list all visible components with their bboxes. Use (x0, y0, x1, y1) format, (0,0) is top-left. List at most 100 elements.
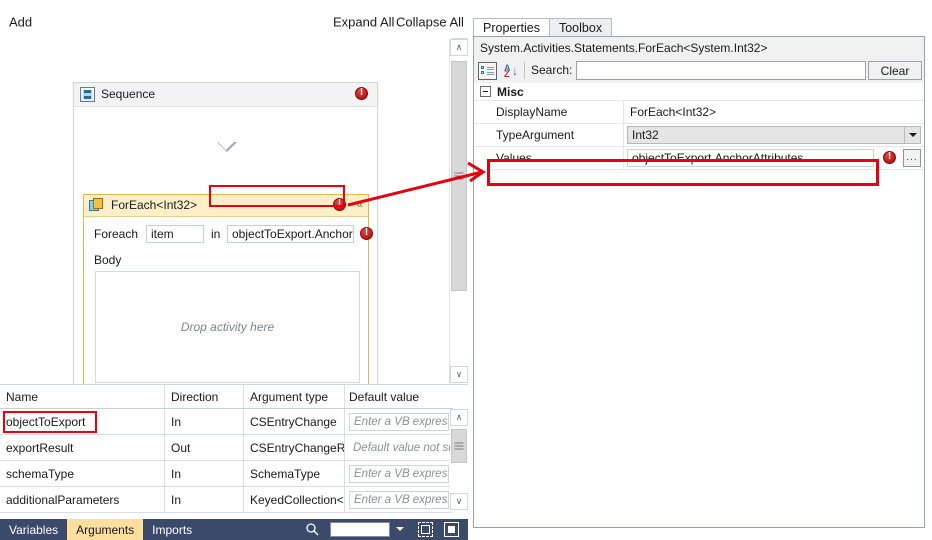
collapse-box-icon[interactable] (480, 86, 491, 97)
scroll-down-button[interactable]: ∨ (450, 493, 468, 510)
argument-direction[interactable]: In (165, 487, 244, 512)
scrollbar-grip-icon (454, 172, 464, 180)
property-row-typeargument[interactable]: TypeArgument Int32 (474, 124, 924, 147)
property-name: DisplayName (474, 101, 624, 123)
insert-arrow-inner-icon (218, 142, 235, 150)
tab-properties[interactable]: Properties (473, 18, 550, 37)
table-row[interactable]: additionalParameters In KeyedCollection<… (0, 487, 453, 513)
foreach-activity[interactable]: ForEach<Int32> « Foreach item in objectT… (83, 194, 373, 394)
foreach-in-label: in (211, 227, 221, 241)
argument-name[interactable]: objectToExport (0, 409, 165, 434)
sequence-activity[interactable]: Sequence ForEach<Int32> « (73, 82, 378, 404)
arguments-vertical-scrollbar[interactable]: ∧ ∨ (450, 409, 468, 510)
sequence-icon (80, 87, 95, 102)
scrollbar-track[interactable] (450, 56, 468, 366)
property-name: TypeArgument (474, 124, 624, 146)
argument-default-value-cell[interactable]: Enter a VB express (345, 487, 453, 512)
foreach-iteration-row: Foreach item in objectToExport.Anchor (94, 225, 373, 243)
property-value-combo[interactable]: Int32 (627, 126, 921, 144)
table-row[interactable]: schemaType In SchemaType Enter a VB expr… (0, 461, 453, 487)
property-value-cell[interactable]: Int32 (624, 124, 924, 146)
sequence-title: Sequence (101, 87, 156, 101)
scroll-up-button[interactable]: ∧ (450, 409, 468, 426)
argument-type[interactable]: KeyedCollection<S (244, 487, 345, 512)
scroll-up-button[interactable]: ∧ (450, 39, 468, 56)
sequence-header[interactable]: Sequence (74, 83, 377, 107)
argument-default-value-cell: Default value not su (345, 435, 453, 460)
add-link[interactable]: Add (9, 15, 32, 30)
column-header-direction[interactable]: Direction (165, 385, 244, 408)
search-input[interactable] (576, 61, 866, 80)
clear-button[interactable]: Clear (868, 61, 922, 80)
scrollbar-thumb[interactable] (451, 61, 467, 291)
property-value-cell[interactable]: objectToExport.AnchorAttributes ... (624, 147, 924, 169)
default-value-text: Default value not su (353, 441, 453, 454)
property-category-label: Misc (497, 84, 524, 99)
ellipsis-button[interactable]: ... (903, 149, 921, 167)
foreach-icon (89, 198, 104, 212)
drop-activity-hint: Drop activity here (180, 320, 275, 334)
argument-default-value-cell[interactable]: Enter a VB express (345, 409, 453, 434)
default-value-input[interactable]: Enter a VB express (349, 412, 449, 431)
property-value-input[interactable]: objectToExport.AnchorAttributes (627, 149, 874, 167)
scrollbar-grip-icon (454, 442, 464, 450)
expand-all-link[interactable]: Expand All (333, 15, 394, 30)
table-row[interactable]: objectToExport In CSEntryChange Enter a … (0, 409, 453, 435)
argument-direction[interactable]: Out (165, 435, 244, 460)
error-icon[interactable] (355, 86, 368, 100)
foreach-values-input[interactable]: objectToExport.Anchor (227, 225, 354, 243)
argument-type[interactable]: CSEntryChange (244, 409, 345, 434)
property-name: Values (474, 147, 624, 169)
toolbar-separator (524, 62, 525, 79)
tab-variables[interactable]: Variables (0, 519, 67, 540)
error-icon[interactable] (883, 150, 896, 164)
default-value-input[interactable]: Enter a VB express (349, 464, 449, 483)
scrollbar-thumb[interactable] (451, 429, 467, 463)
collapse-all-link[interactable]: Collapse All (396, 15, 464, 30)
drop-activity-target[interactable]: Drop activity here (95, 271, 360, 383)
default-value-input[interactable]: Enter a VB express (349, 490, 449, 509)
property-row-values[interactable]: Values objectToExport.AnchorAttributes .… (474, 147, 924, 170)
property-row-displayname[interactable]: DisplayName ForEach<Int32> (474, 101, 924, 124)
tab-imports[interactable]: Imports (143, 519, 201, 540)
expand-overview-icon[interactable] (418, 522, 433, 537)
error-icon[interactable] (360, 226, 373, 240)
property-value[interactable]: ForEach<Int32> (624, 101, 924, 123)
error-icon[interactable] (333, 197, 346, 211)
foreach-variable-input[interactable]: item (146, 225, 204, 243)
column-header-name[interactable]: Name (0, 385, 165, 408)
designer-vertical-scrollbar[interactable]: ∧ ∨ (449, 39, 469, 383)
foreach-header[interactable]: ForEach<Int32> « (84, 195, 368, 217)
fit-to-screen-icon[interactable] (444, 522, 459, 537)
properties-frame: System.Activities.Statements.ForEach<Sys… (473, 36, 925, 528)
chevron-down-icon[interactable] (904, 126, 921, 144)
argument-default-value-cell[interactable]: Enter a VB express (345, 461, 453, 486)
chevron-down-icon[interactable] (396, 527, 404, 531)
sort-alphabetical-icon[interactable]: A Z ↓ (502, 62, 520, 80)
arguments-pane: Name Direction Argument type Default val… (0, 384, 468, 540)
scroll-down-button[interactable]: ∨ (450, 366, 468, 383)
search-icon[interactable] (305, 522, 319, 536)
column-header-default-value[interactable]: Default value (345, 385, 453, 408)
argument-name[interactable]: additionalParameters (0, 487, 165, 512)
argument-name[interactable]: exportResult (0, 435, 165, 460)
categorized-view-icon[interactable] (478, 62, 497, 80)
argument-direction[interactable]: In (165, 461, 244, 486)
properties-pane: Properties Toolbox System.Activities.Sta… (470, 0, 932, 539)
column-header-argument-type[interactable]: Argument type (244, 385, 345, 408)
tab-toolbox[interactable]: Toolbox (548, 18, 613, 37)
properties-toolbar: A Z ↓ Search: Clear (474, 59, 924, 84)
zoom-combo-input[interactable] (330, 522, 390, 537)
arguments-table: Name Direction Argument type Default val… (0, 385, 453, 513)
argument-name[interactable]: schemaType (0, 461, 165, 486)
designer-status-bar: Variables Arguments Imports (0, 519, 468, 540)
chevron-up-icon[interactable]: « (356, 197, 363, 212)
argument-direction[interactable]: In (165, 409, 244, 434)
arguments-header-row: Name Direction Argument type Default val… (0, 385, 453, 409)
property-category-row[interactable]: Misc (474, 83, 924, 101)
argument-type[interactable]: CSEntryChangeRe: (244, 435, 345, 460)
designer-canvas[interactable]: Sequence ForEach<Int32> « (0, 38, 452, 404)
table-row[interactable]: exportResult Out CSEntryChangeRe: Defaul… (0, 435, 453, 461)
argument-type[interactable]: SchemaType (244, 461, 345, 486)
tab-arguments[interactable]: Arguments (67, 519, 144, 540)
